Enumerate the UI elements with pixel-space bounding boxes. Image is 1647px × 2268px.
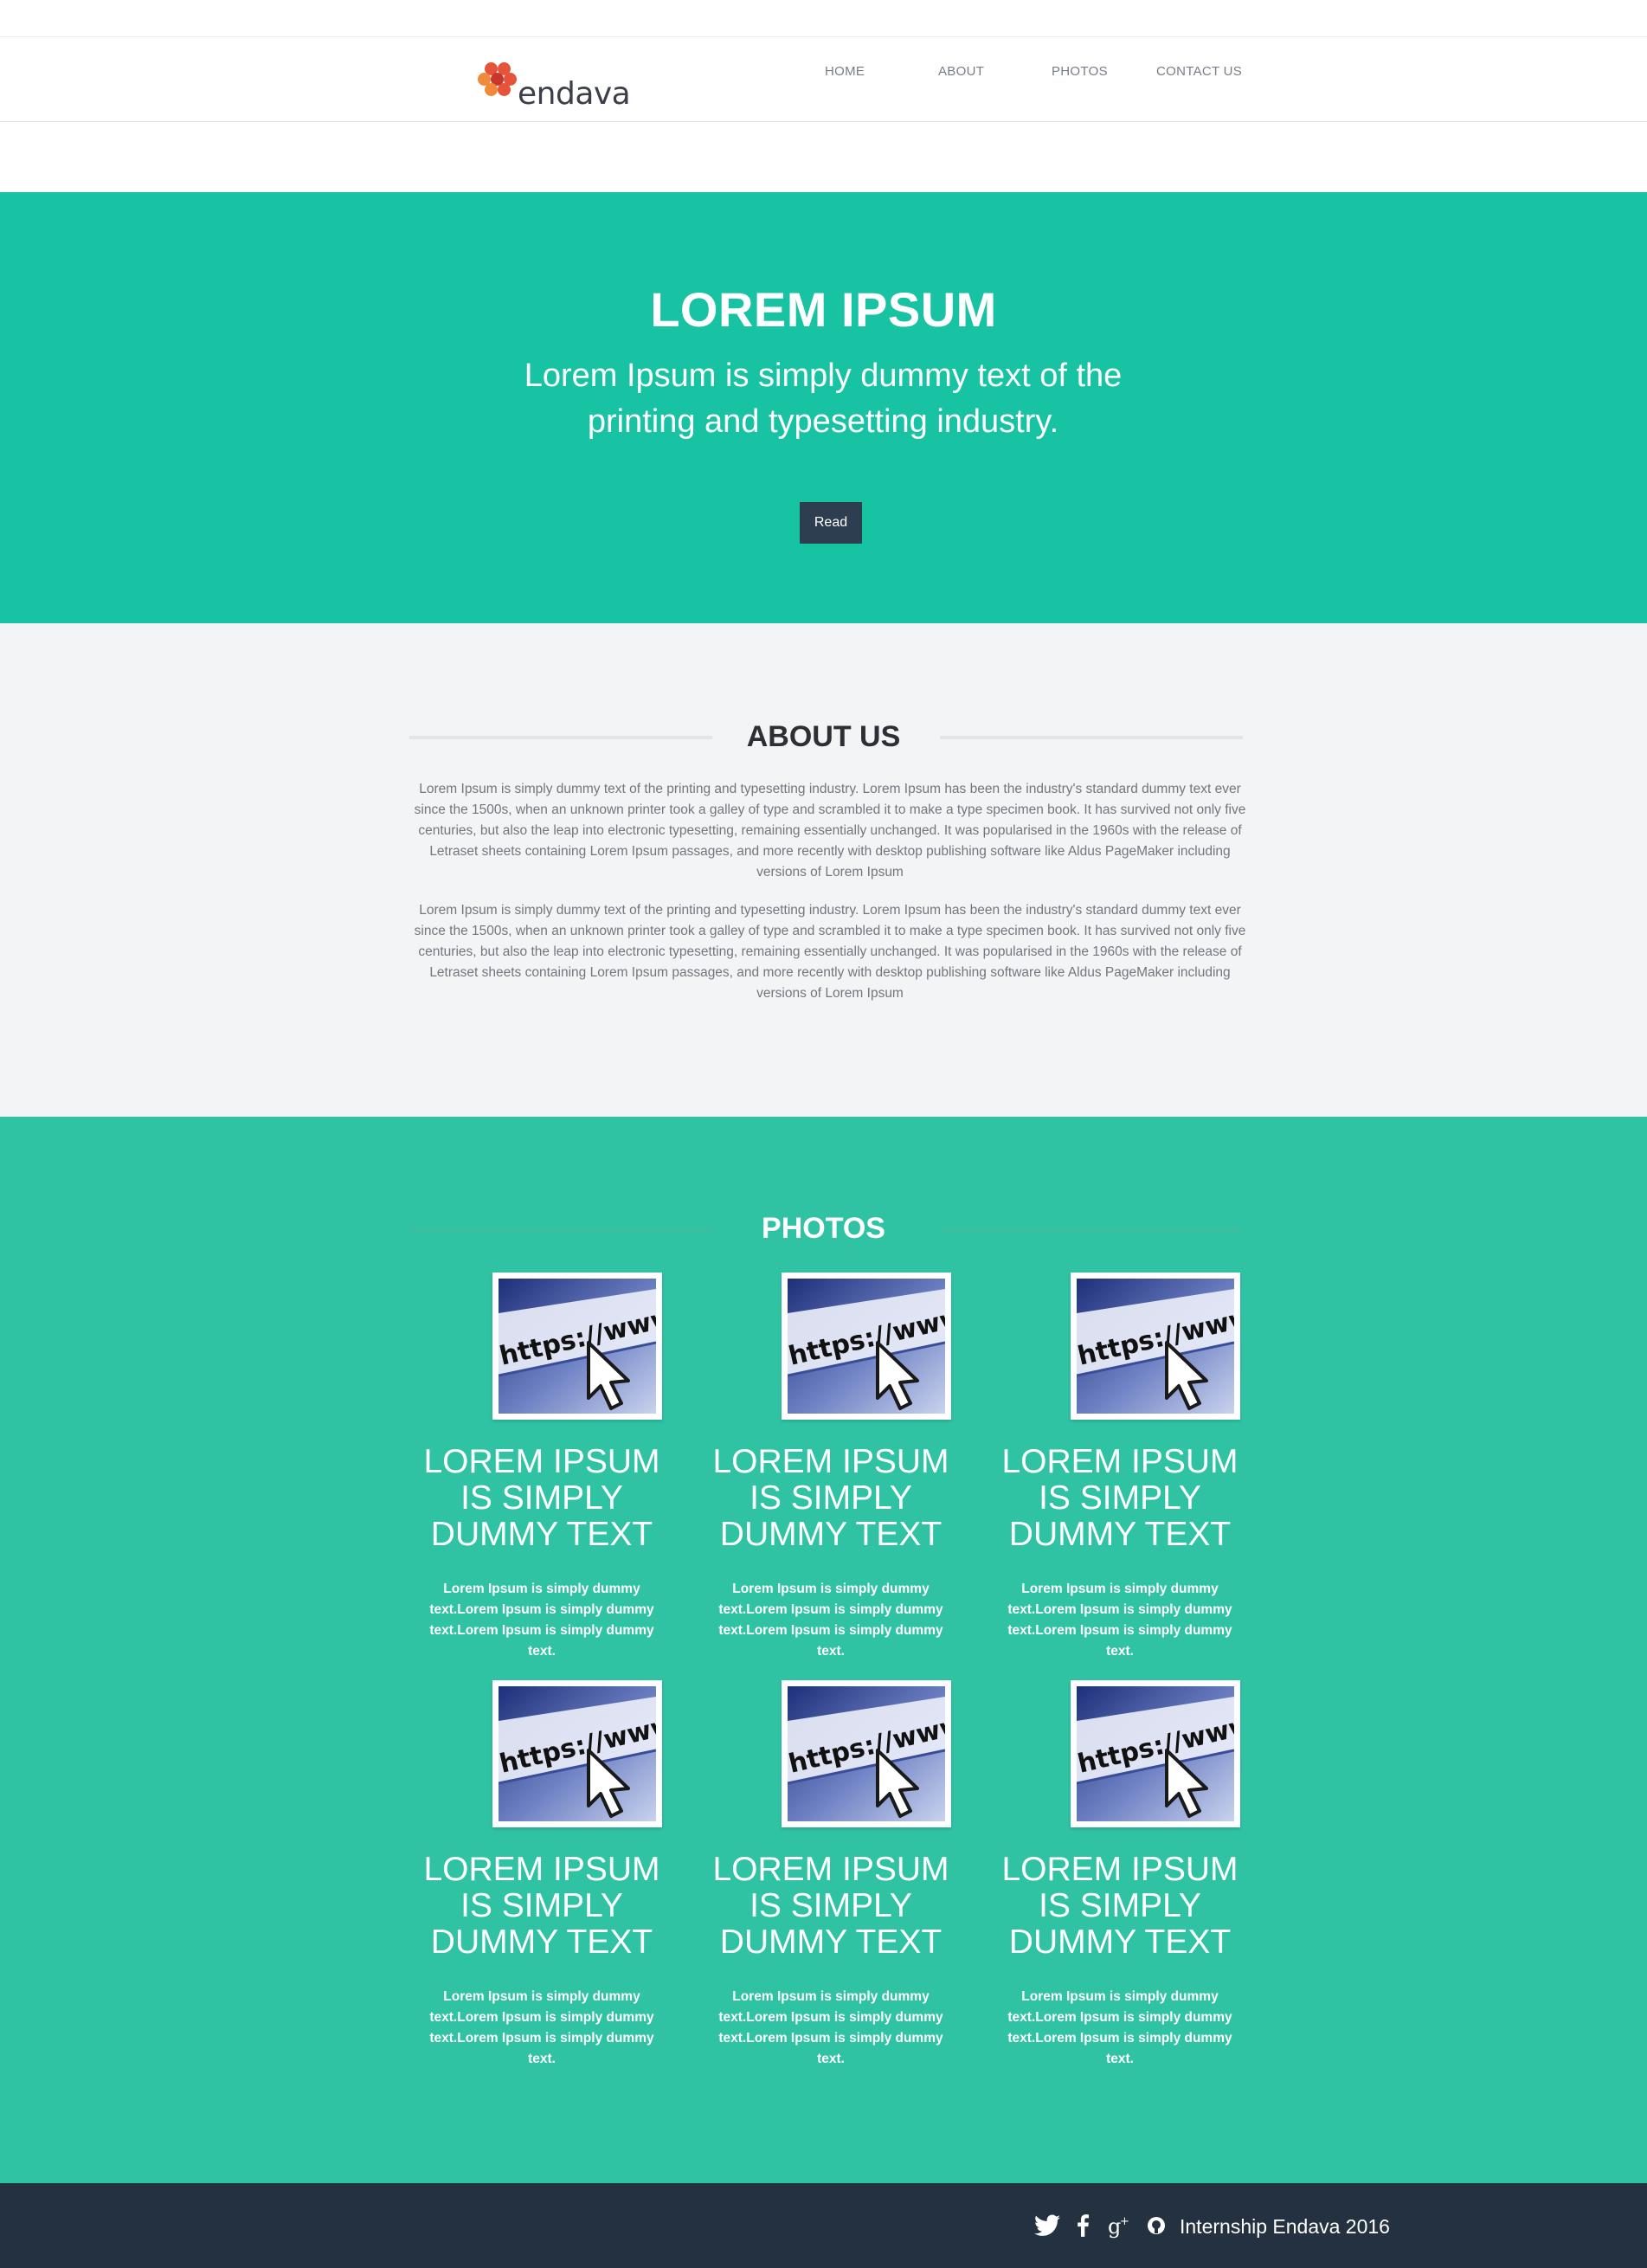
about-section: ABOUT US Lorem Ipsum is simply dummy tex…: [0, 623, 1647, 1117]
photo-card-text: Lorem Ipsum is simply dummy text.Lorem I…: [429, 1989, 654, 2066]
logo-wordmark: endava: [518, 75, 631, 112]
about-paragraph: Lorem Ipsum is simply dummy text of the …: [414, 903, 1246, 1001]
photo-card-text: Lorem Ipsum is simply dummy text.Lorem I…: [1007, 1989, 1232, 2066]
url-cursor-image: https://www: [788, 1686, 945, 1821]
url-cursor-image: https://www: [1077, 1279, 1234, 1414]
photo-thumbnail[interactable]: https://www: [782, 1273, 951, 1420]
photo-card-title: LOREM IPSUM IS SIMPLY DUMMY TEXT: [1001, 1851, 1238, 1961]
url-cursor-image: https://www: [499, 1686, 656, 1821]
photo-card-text: Lorem Ipsum is simply dummy text.Lorem I…: [718, 1582, 943, 1659]
nav-photos[interactable]: PHOTOS: [1052, 64, 1108, 79]
hero-title: LOREM IPSUM: [650, 282, 997, 337]
google-plus-icon[interactable]: g +: [1108, 2214, 1132, 2243]
svg-text:+: +: [1120, 2215, 1129, 2228]
photo-card-title: LOREM IPSUM IS SIMPLY DUMMY TEXT: [1001, 1443, 1238, 1553]
photos-title-rule-right: [940, 1228, 1243, 1232]
navbar: endava HOME ABOUT PHOTOS CONTACT US: [0, 37, 1647, 122]
photos-section: PHOTOS https://www LOREM IPSUM IS SIMPLY …: [0, 1117, 1647, 2183]
twitter-icon[interactable]: [1034, 2214, 1060, 2241]
footer-text: Internship Endava 2016: [1180, 2215, 1390, 2238]
about-title: ABOUT US: [746, 720, 901, 753]
about-paragraph: Lorem Ipsum is simply dummy text of the …: [414, 782, 1246, 879]
top-strip: [0, 0, 1647, 37]
facebook-icon[interactable]: [1077, 2214, 1089, 2241]
photo-thumbnail[interactable]: https://www: [782, 1680, 951, 1827]
photo-thumbnail[interactable]: https://www: [1071, 1273, 1240, 1420]
url-cursor-image: https://www: [499, 1279, 656, 1414]
url-cursor-image: https://www: [788, 1279, 945, 1414]
photo-thumbnail[interactable]: https://www: [492, 1273, 662, 1420]
nav-about[interactable]: ABOUT: [938, 64, 984, 79]
photo-card-title: LOREM IPSUM IS SIMPLY DUMMY TEXT: [423, 1851, 660, 1961]
about-title-rule-right: [940, 736, 1243, 739]
hero-subtitle: Lorem Ipsum is simply dummy text of the …: [524, 358, 1123, 440]
logo-dots-icon: [476, 62, 526, 102]
photo-card-title: LOREM IPSUM IS SIMPLY DUMMY TEXT: [423, 1443, 660, 1553]
photo-thumbnail[interactable]: https://www: [1071, 1680, 1240, 1827]
hero-section: LOREM IPSUM Lorem Ipsum is simply dummy …: [0, 192, 1647, 623]
photo-card-title: LOREM IPSUM IS SIMPLY DUMMY TEXT: [712, 1851, 949, 1961]
photo-thumbnail[interactable]: https://www: [492, 1680, 662, 1827]
photo-card-title: LOREM IPSUM IS SIMPLY DUMMY TEXT: [712, 1443, 949, 1553]
url-cursor-image: https://www: [1077, 1686, 1234, 1821]
photos-title: PHOTOS: [762, 1212, 885, 1245]
nav-contact-us[interactable]: CONTACT US: [1156, 64, 1242, 79]
footer: g + Internship Endava 2016: [0, 2183, 1647, 2268]
github-icon[interactable]: [1147, 2214, 1166, 2241]
endava-logo[interactable]: endava: [476, 56, 642, 113]
photo-card-text: Lorem Ipsum is simply dummy text.Lorem I…: [718, 1989, 943, 2066]
photo-card-text: Lorem Ipsum is simply dummy text.Lorem I…: [429, 1582, 654, 1659]
photo-card-text: Lorem Ipsum is simply dummy text.Lorem I…: [1007, 1582, 1232, 1659]
read-button[interactable]: Read: [800, 502, 862, 544]
nav-home[interactable]: HOME: [825, 64, 865, 79]
